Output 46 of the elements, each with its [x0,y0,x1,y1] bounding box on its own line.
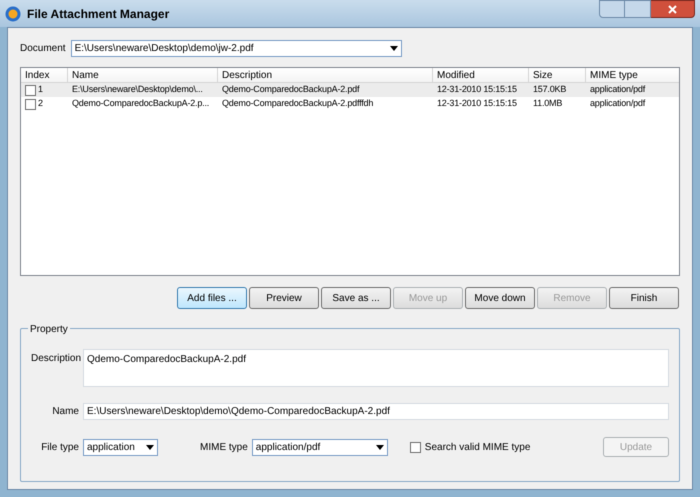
table-cell-text: 12-31-2010 15:15:15 [437,97,517,110]
mime-type-dropdown[interactable]: application/pdf [252,438,388,456]
app-logo-icon [5,6,21,22]
name-label: Name [51,405,79,419]
file-type-label: File type [40,440,79,454]
close-icon [668,4,677,14]
action-button[interactable]: Preview [249,287,319,309]
table-cell-text: Qdemo-ComparedocBackupA-2.p... [72,97,210,110]
close-button[interactable] [651,0,695,18]
table-cell-text: 11.0MB [533,97,562,110]
document-dropdown[interactable]: E:\Users\neware\Desktop\demo\jw-2.pdf [70,40,402,57]
column-header[interactable]: Modified [433,68,529,82]
table-cell-text: application/pdf [590,83,646,96]
file-row[interactable]: 1 E:\Users\neware\Desktop\demo\... Qdemo-ComparedocBackupA-2.pdf 12-31-2010 15:15:15 157.0KB application/pdf [21,83,679,97]
table-cell-text: 2 [38,97,43,110]
window-title: File Attachment Manager [27,6,170,22]
table-cell-text: E:\Users\neware\Desktop\demo\... [72,83,203,96]
checkbox[interactable] [25,98,36,110]
table-cell-text: Qdemo-ComparedocBackupA-2.pdf [222,83,360,96]
table-cell-text: 12-31-2010 15:15:15 [437,83,517,96]
file-type-dropdown[interactable]: application [83,438,158,456]
column-header[interactable]: Description [218,68,433,82]
checkbox[interactable] [410,442,421,452]
checkbox[interactable] [25,84,36,96]
name-field[interactable]: E:\Users\neware\Desktop\demo\Qdemo-ComparedocBackupA-2.pdf [83,403,669,420]
action-button[interactable]: Save as ... [321,287,391,309]
table-cell-text: Qdemo-ComparedocBackupA-2.pdfffdh [222,97,374,110]
action-button[interactable]: Finish [609,287,679,309]
table-cell-text: 1 [38,83,43,96]
dropdown-caret-icon [146,444,154,450]
description-field[interactable]: Qdemo-ComparedocBackupA-2.pdf [83,349,669,387]
table-cell-text: 157.0KB [533,83,566,96]
document-label: Document [20,42,66,56]
dropdown-caret-icon [390,46,398,51]
mime-type-label: MIME type [200,440,248,454]
column-header[interactable]: Size [529,68,586,82]
action-button[interactable]: Add files ... [177,287,247,309]
action-button[interactable]: Move down [465,287,535,309]
column-header[interactable]: Name [68,68,218,82]
table-cell-text: application/pdf [590,97,646,110]
column-header[interactable]: MIME type [586,68,679,82]
search-valid-label: Search valid MIME type [424,440,530,454]
dropdown-caret-icon [376,444,384,450]
column-header[interactable]: Index [21,68,68,82]
group-title: Property [28,322,70,337]
description-label: Description [31,352,79,366]
